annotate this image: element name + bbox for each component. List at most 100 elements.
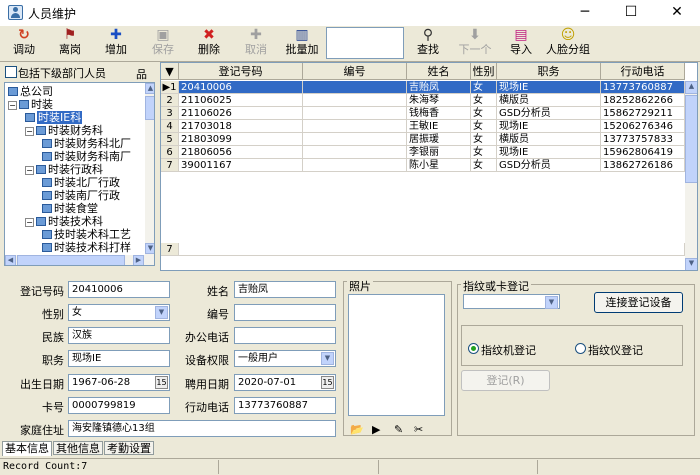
table-cell[interactable]: 39001167 bbox=[179, 159, 303, 172]
scroll-left-icon[interactable]: ◀ bbox=[5, 255, 16, 265]
table-cell[interactable]: 现场IE bbox=[497, 81, 601, 94]
table-cell[interactable] bbox=[303, 159, 407, 172]
tree-vertical-scrollbar[interactable]: ▲ ▼ bbox=[145, 83, 154, 255]
tree-node[interactable]: 时装北厂行政 bbox=[42, 176, 120, 189]
table-cell[interactable]: 20410006 bbox=[179, 81, 303, 94]
table-cell[interactable]: 15862729211 bbox=[601, 107, 685, 120]
connect-device-button[interactable]: 连接登记设备 bbox=[594, 292, 683, 313]
register-button[interactable]: 登记(R) bbox=[461, 370, 550, 391]
include-sub-checkbox[interactable] bbox=[5, 66, 17, 78]
fingerprint-machine-label[interactable]: 指纹机登记 bbox=[481, 342, 536, 358]
scroll-right-icon[interactable]: ▶ bbox=[133, 255, 144, 265]
tree-node[interactable]: 时装财务科南厂 bbox=[42, 150, 131, 163]
table-cell[interactable]: 21106025 bbox=[179, 94, 303, 107]
table-cell[interactable]: 21803099 bbox=[179, 133, 303, 146]
table-cell[interactable]: 王敏IE bbox=[407, 120, 471, 133]
collapse-icon[interactable]: − bbox=[25, 218, 34, 227]
tree-node[interactable]: 时装南厂行政 bbox=[42, 189, 120, 202]
face-group-button[interactable]: ☺ 人脸分组 bbox=[544, 27, 592, 60]
table-cell[interactable] bbox=[303, 81, 407, 94]
table-row[interactable]: 7 39001167 陈小星女 GSD分析员 13862726186 bbox=[161, 159, 697, 172]
table-cell[interactable]: GSD分析员 bbox=[497, 159, 601, 172]
table-row[interactable]: 4 21703018 王敏IE 女现场IE 15206276346 bbox=[161, 120, 697, 133]
table-cell[interactable]: 吉贻凤 bbox=[407, 81, 471, 94]
collapse-icon[interactable]: − bbox=[8, 101, 17, 110]
row-indicator[interactable]: 3 bbox=[161, 107, 179, 120]
table-row[interactable]: 2 21106025 朱海琴女横版员 18252862266 bbox=[161, 94, 697, 107]
org-chart-icon[interactable]: 品 bbox=[136, 66, 147, 82]
name-field[interactable]: 吉贻凤 bbox=[234, 281, 336, 298]
chevron-down-icon[interactable]: ▼ bbox=[155, 306, 168, 319]
open-folder-icon[interactable]: 📂 bbox=[350, 423, 364, 436]
tab-attendance[interactable]: 考勤设置 bbox=[104, 441, 154, 455]
col-header-reg[interactable]: 登记号码 bbox=[179, 63, 303, 80]
row-indicator[interactable]: 4 bbox=[161, 120, 179, 133]
table-cell[interactable]: 女 bbox=[471, 107, 497, 120]
collapse-icon[interactable]: − bbox=[25, 127, 34, 136]
scroll-up-icon[interactable]: ▲ bbox=[145, 83, 154, 94]
table-cell[interactable]: 女 bbox=[471, 159, 497, 172]
calendar-icon[interactable]: 15 bbox=[155, 376, 168, 389]
table-cell[interactable]: 21106026 bbox=[179, 107, 303, 120]
table-cell[interactable] bbox=[303, 94, 407, 107]
maximize-button[interactable]: ☐ bbox=[608, 0, 654, 26]
grid-new-row[interactable]: 7 bbox=[161, 243, 697, 256]
chevron-down-icon[interactable]: ▼ bbox=[321, 352, 334, 365]
table-row[interactable]: 3 21106026 钱梅香女 GSD分析员 15862729211 bbox=[161, 107, 697, 120]
nation-field[interactable]: 汉族 bbox=[68, 327, 170, 344]
table-cell[interactable]: 横版员 bbox=[497, 94, 601, 107]
cancel-button[interactable]: ✚ 取消 bbox=[236, 27, 276, 60]
photo-box[interactable] bbox=[348, 294, 445, 416]
employee-grid[interactable]: ▼ 登记号码 编号 姓名 性别 职务 行动电话 ▶1 20410006 吉贻凤女现场… bbox=[160, 62, 698, 271]
table-cell[interactable]: 女 bbox=[471, 120, 497, 133]
table-cell[interactable] bbox=[303, 146, 407, 159]
eraser-icon[interactable]: ✎ bbox=[394, 423, 403, 436]
row-indicator[interactable]: 2 bbox=[161, 94, 179, 107]
chevron-down-icon[interactable]: ▼ bbox=[545, 296, 558, 309]
col-header-name[interactable]: 姓名 bbox=[407, 63, 471, 80]
table-cell[interactable]: 女 bbox=[471, 133, 497, 146]
add-button[interactable]: ✚ 增加 bbox=[96, 27, 136, 60]
capture-icon[interactable]: ✂ bbox=[414, 423, 423, 436]
table-cell[interactable]: 21703018 bbox=[179, 120, 303, 133]
table-cell[interactable]: 钱梅香 bbox=[407, 107, 471, 120]
permission-select[interactable]: 一般用户 ▼ bbox=[234, 350, 336, 367]
office-phone-field[interactable] bbox=[234, 327, 336, 344]
table-cell[interactable]: 15962806419 bbox=[601, 146, 685, 159]
mobile-field[interactable]: 13773760887 bbox=[234, 397, 336, 414]
table-cell[interactable]: 21806056 bbox=[179, 146, 303, 159]
col-header-phone[interactable]: 行动电话 bbox=[601, 63, 685, 80]
table-cell[interactable]: 朱海琴 bbox=[407, 94, 471, 107]
table-cell[interactable]: 18252862266 bbox=[601, 94, 685, 107]
table-cell[interactable]: 13773760887 bbox=[601, 81, 685, 94]
job-field[interactable]: 现场IE bbox=[68, 350, 170, 367]
tree-node[interactable]: 时装技术科打样 bbox=[42, 241, 131, 254]
reg-field[interactable]: 20410006 bbox=[68, 281, 170, 298]
tree-node[interactable]: − 时装技术科 bbox=[25, 215, 103, 228]
collapse-icon[interactable]: − bbox=[25, 166, 34, 175]
row-indicator[interactable]: 5 bbox=[161, 133, 179, 146]
tree-node[interactable]: − 时装行政科 bbox=[25, 163, 103, 176]
table-cell[interactable]: GSD分析员 bbox=[497, 107, 601, 120]
table-cell[interactable]: 15206276346 bbox=[601, 120, 685, 133]
tree-node[interactable]: − 时装财务科 bbox=[25, 124, 103, 137]
tree-node[interactable]: − 时装 bbox=[8, 98, 53, 111]
tree-node[interactable]: 时装财务科北厂 bbox=[42, 137, 131, 150]
search-input[interactable] bbox=[326, 27, 404, 59]
scroll-thumb[interactable] bbox=[145, 96, 154, 120]
scroll-down-icon[interactable]: ▼ bbox=[685, 258, 697, 270]
row-indicator[interactable]: ▶1 bbox=[161, 81, 179, 94]
next-button[interactable]: ⬇ 下一个 bbox=[453, 27, 497, 60]
sex-select[interactable]: 女 ▼ bbox=[68, 304, 170, 321]
table-row[interactable]: ▶1 20410006 吉贻凤女现场IE 13773760887 bbox=[161, 81, 697, 94]
address-field[interactable]: 海安隆镇德心13组 bbox=[68, 420, 336, 437]
batch-add-button[interactable]: ▥ 批量加 bbox=[282, 27, 322, 60]
grid-corner[interactable]: ▼ bbox=[161, 63, 179, 80]
grid-vertical-scrollbar[interactable]: ▲ ▼ bbox=[685, 81, 697, 270]
department-tree[interactable]: 总公司 − 时装 时装IE科 − 时装财务科 时装财务科北厂 时装财务科南厂 − 时装行政科 时装北… bbox=[4, 82, 155, 266]
tree-horizontal-scrollbar[interactable]: ◀ ▶ bbox=[5, 255, 154, 265]
tree-node[interactable]: 技时装术科工艺 bbox=[42, 228, 131, 241]
leave-button[interactable]: ⚑ 离岗 bbox=[50, 27, 90, 60]
transfer-button[interactable]: ↻ 调动 bbox=[4, 27, 44, 60]
delete-button[interactable]: ✖ 删除 bbox=[189, 27, 229, 60]
